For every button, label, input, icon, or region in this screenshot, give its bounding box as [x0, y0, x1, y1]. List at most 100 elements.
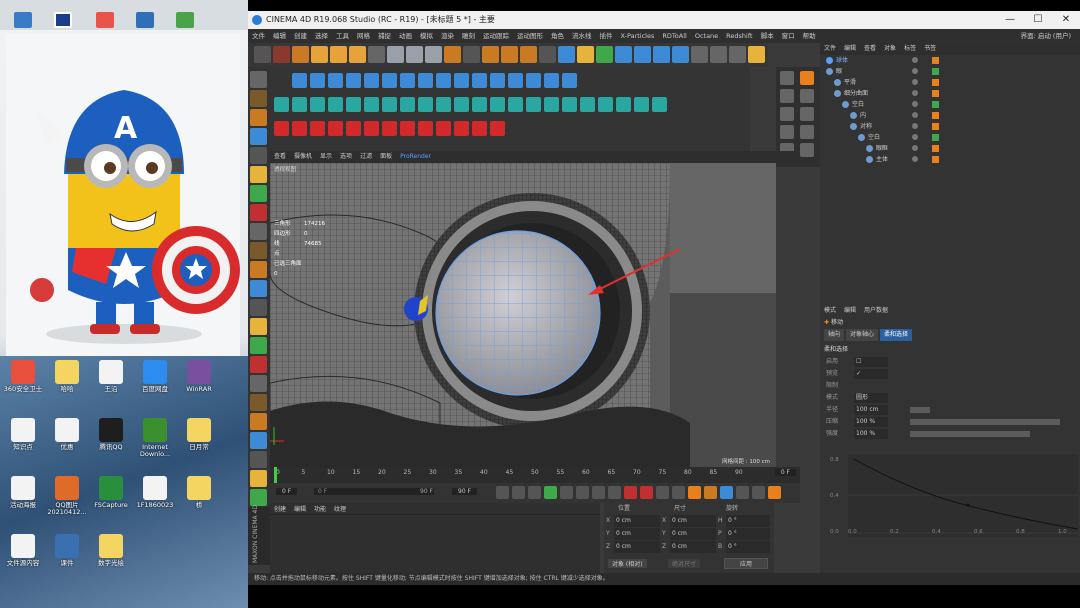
attribute-value[interactable]: 100 cm	[854, 405, 888, 415]
toolbar-tool-icon[interactable]	[501, 46, 518, 63]
close-button[interactable]: ✕	[1052, 11, 1080, 29]
plugin-tool-icon[interactable]	[562, 73, 577, 88]
left-tool-icon[interactable]	[250, 280, 267, 297]
menu-item[interactable]: RDToAll	[662, 32, 686, 40]
position-field[interactable]: 0 cm	[614, 541, 660, 553]
attribute-value[interactable]: ☐	[854, 357, 888, 367]
desktop-icon[interactable]: 百度网盘	[134, 360, 176, 393]
position-field[interactable]: 0 cm	[614, 528, 660, 540]
desktop-icon[interactable]: 知识点	[2, 418, 44, 451]
plugin-tool-icon[interactable]	[544, 97, 559, 112]
desktop-icon[interactable]: 王沿	[90, 360, 132, 393]
playback-control-button[interactable]	[528, 486, 541, 499]
taskbar-app-icon[interactable]	[176, 12, 194, 28]
plugin-tool-icon[interactable]	[292, 73, 307, 88]
current-frame-field[interactable]: 0 F	[314, 488, 434, 495]
palette-object-icon[interactable]	[800, 89, 814, 103]
left-tool-icon[interactable]	[250, 185, 267, 202]
visibility-toggle-icon[interactable]	[912, 145, 918, 151]
toolbar-tool-icon[interactable]	[368, 46, 385, 63]
rotation-field[interactable]: 0 °	[726, 541, 770, 553]
left-tool-icon[interactable]	[250, 432, 267, 449]
left-tool-icon[interactable]	[250, 223, 267, 240]
object-tree-row[interactable]: 眼眶	[820, 143, 1080, 154]
palette-object-icon[interactable]	[800, 143, 814, 157]
desktop-icon[interactable]: 优惠	[46, 418, 88, 451]
visibility-toggle-icon[interactable]	[912, 101, 918, 107]
playback-control-button[interactable]	[672, 486, 685, 499]
desktop-icon[interactable]: 课件	[46, 534, 88, 567]
palette-object-icon[interactable]	[800, 107, 814, 121]
menu-item[interactable]: 流水线	[572, 32, 592, 40]
menu-item[interactable]: 编辑	[273, 32, 286, 40]
material-menu-item[interactable]: 纹理	[334, 506, 346, 513]
visibility-toggle-icon[interactable]	[912, 123, 918, 129]
toolbar-tool-icon[interactable]	[330, 46, 347, 63]
attribute-menu-item[interactable]: 编辑	[844, 307, 856, 314]
object-tree-row[interactable]: 主体	[820, 154, 1080, 165]
plugin-tool-icon[interactable]	[364, 97, 379, 112]
plugin-tool-icon[interactable]	[418, 97, 433, 112]
plugin-tool-icon[interactable]	[364, 121, 379, 136]
tag-icon[interactable]	[932, 156, 939, 163]
left-tool-icon[interactable]	[250, 337, 267, 354]
plugin-tool-icon[interactable]	[472, 73, 487, 88]
desktop-icon[interactable]: 日月常	[178, 418, 220, 451]
object-tree-row[interactable]: 眼	[820, 66, 1080, 77]
left-tool-icon[interactable]	[250, 90, 267, 107]
plugin-tool-icon[interactable]	[616, 97, 631, 112]
left-tool-icon[interactable]	[250, 413, 267, 430]
timeline-ruler[interactable]: 0 5 10 15 20 25 30 35 40 45 50 55 60 65 70 75 80 85 90 0 F	[270, 467, 800, 483]
palette-object-icon[interactable]	[780, 107, 794, 121]
plugin-tool-icon[interactable]	[328, 121, 343, 136]
menu-item[interactable]: 工具	[336, 32, 349, 40]
palette-object-icon[interactable]	[800, 125, 814, 139]
desktop-icon[interactable]: Internet Downlo...	[134, 418, 176, 458]
plugin-tool-icon[interactable]	[382, 121, 397, 136]
plugin-tool-icon[interactable]	[544, 73, 559, 88]
end-frame-field[interactable]: 90 F	[452, 488, 477, 495]
tag-icon[interactable]	[932, 101, 939, 108]
playhead[interactable]	[274, 467, 277, 483]
plugin-tool-icon[interactable]	[454, 121, 469, 136]
plugin-tool-icon[interactable]	[382, 73, 397, 88]
visibility-toggle-icon[interactable]	[912, 57, 918, 63]
left-tool-icon[interactable]	[250, 375, 267, 392]
menu-item[interactable]: 渲染	[441, 32, 454, 40]
plugin-tool-icon[interactable]	[436, 97, 451, 112]
toolbar-tool-icon[interactable]	[387, 46, 404, 63]
plugin-tool-icon[interactable]	[652, 97, 667, 112]
object-tree-row[interactable]: 细分曲面	[820, 88, 1080, 99]
object-tree-row[interactable]: 对称	[820, 121, 1080, 132]
tag-icon[interactable]	[932, 123, 939, 130]
playback-control-button[interactable]	[688, 486, 701, 499]
taskbar-app-icon[interactable]	[96, 12, 114, 28]
rotation-field[interactable]: 0 °	[726, 515, 770, 527]
menu-item[interactable]: 角色	[551, 32, 564, 40]
left-tool-icon[interactable]	[250, 394, 267, 411]
left-tool-icon[interactable]	[250, 204, 267, 221]
visibility-toggle-icon[interactable]	[912, 90, 918, 96]
plugin-tool-icon[interactable]	[634, 97, 649, 112]
falloff-graph[interactable]	[848, 453, 1078, 537]
left-tool-icon[interactable]	[250, 489, 267, 506]
size-field[interactable]: 0 cm	[670, 541, 716, 553]
playback-control-button[interactable]	[560, 486, 573, 499]
toolbar-tool-icon[interactable]	[482, 46, 499, 63]
desktop-icon[interactable]: 活动海报	[2, 476, 44, 509]
playback-control-button[interactable]	[768, 486, 781, 499]
toolbar-tool-icon[interactable]	[406, 46, 423, 63]
plugin-tool-icon[interactable]	[400, 121, 415, 136]
toolbar-tool-icon[interactable]	[729, 46, 746, 63]
playback-control-button[interactable]	[608, 486, 621, 499]
taskbar-app-icon[interactable]	[136, 12, 154, 28]
toolbar-tool-icon[interactable]	[615, 46, 632, 63]
menu-item[interactable]: 捕捉	[378, 32, 391, 40]
menu-item[interactable]: 网格	[357, 32, 370, 40]
minimize-button[interactable]: —	[996, 11, 1024, 29]
playback-control-button[interactable]	[496, 486, 509, 499]
plugin-tool-icon[interactable]	[310, 121, 325, 136]
plugin-tool-icon[interactable]	[526, 97, 541, 112]
attribute-tab[interactable]: 柔和选择	[880, 329, 913, 341]
viewport-menu-item[interactable]: 显示	[320, 153, 332, 160]
